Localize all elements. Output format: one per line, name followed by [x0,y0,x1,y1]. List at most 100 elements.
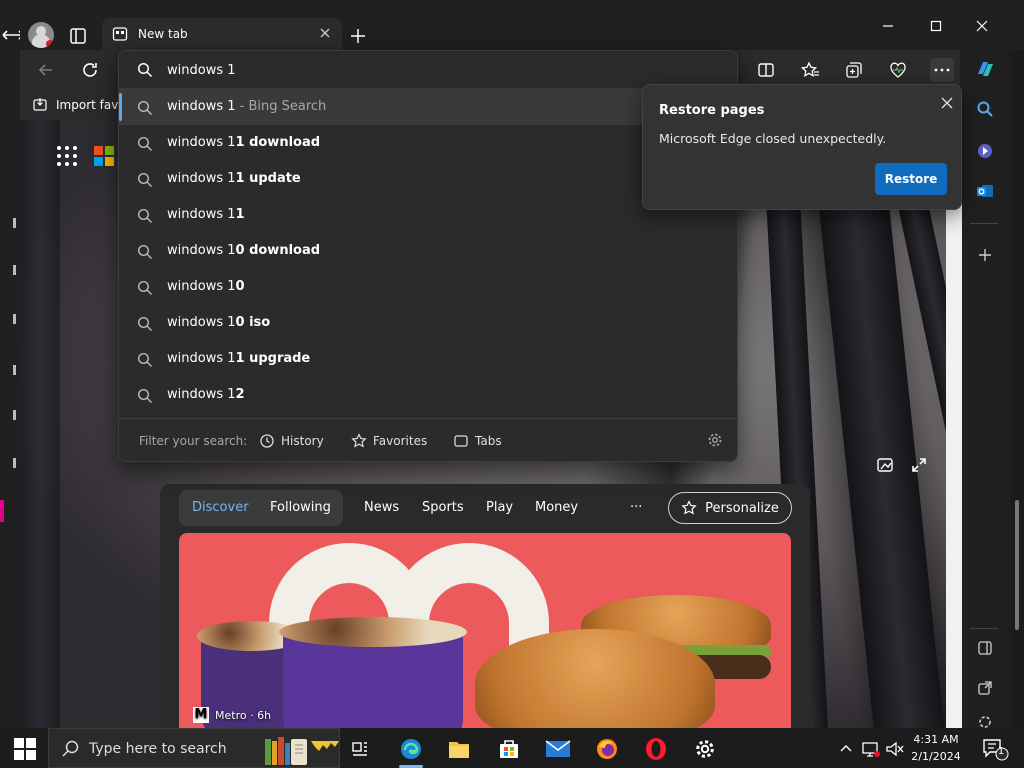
tab-following[interactable]: Following [270,500,331,515]
task-view-icon[interactable] [347,736,373,762]
restore-button[interactable]: Restore [875,163,947,195]
tab-new-tab[interactable]: New tab [102,18,342,50]
search-settings-gear-icon[interactable] [707,432,723,448]
personalize-button[interactable]: Personalize [668,492,792,524]
suggestion-text: windows 10 download [167,243,321,258]
suggestion-text: windows 11 upgrade [167,351,311,366]
network-icon[interactable] [860,736,882,762]
suggestion-text: windows 10 [167,279,245,294]
show-hidden-icons-chevron[interactable] [836,736,856,762]
suggestion-text: windows 1 - Bing Search [167,99,327,114]
back-button[interactable] [34,58,58,82]
personalize-star-icon [681,500,697,516]
settings-and-more-button[interactable] [930,58,954,82]
file-explorer-icon[interactable] [446,736,472,762]
microsoft-store-icon[interactable] [496,736,522,762]
tab-news[interactable]: News [364,500,399,515]
search-filters: Filter your search: History Favorites Ta… [119,418,737,461]
page-scrollbar[interactable] [1010,50,1024,728]
system-clock[interactable]: 4:31 AM 2/1/2024 [904,731,968,765]
browser-essentials-icon[interactable] [886,58,910,82]
left-edge-strip [0,0,20,728]
suggestion-search-icon [137,316,153,332]
add-sidebar-app-icon[interactable] [974,244,996,266]
new-tab-page-icon [112,26,128,42]
suggestion-search-icon [137,244,153,260]
tab-play[interactable]: Play [486,500,513,515]
tab-sports[interactable]: Sports [422,500,464,515]
new-tab-button[interactable] [346,24,370,48]
feed-more-button[interactable]: ··· [630,500,642,515]
settings-gear-icon[interactable] [692,736,718,762]
collections-icon[interactable] [842,58,866,82]
search-suggestion[interactable]: windows 10 [119,269,737,305]
maximize-button[interactable] [916,14,956,38]
suggestion-search-icon [137,352,153,368]
address-input[interactable] [167,59,707,81]
close-popup-icon[interactable] [937,93,957,113]
suggestion-text: windows 12 [167,387,245,402]
tab-discover[interactable]: Discover [192,500,249,515]
filter-label: Filter your search: [139,434,248,448]
tab-money[interactable]: Money [535,500,578,515]
history-icon [259,433,275,449]
restore-message: Microsoft Edge closed unexpectedly. [659,131,887,146]
news-card[interactable]: M Metro · 6h [179,533,791,728]
mail-icon[interactable] [545,736,571,762]
personalize-label: Personalize [705,500,779,516]
minimize-button[interactable] [868,14,908,38]
search-suggestion[interactable]: windows 11 upgrade [119,341,737,377]
taskbar-search-placeholder: Type here to search [89,741,227,757]
suggestion-search-icon [137,208,153,224]
notifications-icon[interactable]: 1 [980,736,1010,762]
address-bar[interactable] [119,51,737,89]
refresh-button[interactable] [78,58,102,82]
notification-count: 1 [997,746,1005,757]
firefox-icon[interactable] [594,736,620,762]
suggestion-search-icon [137,172,153,188]
open-external-icon[interactable] [974,677,996,699]
filter-tabs[interactable]: Tabs [453,431,502,451]
burger [475,629,715,728]
app-launcher-icon[interactable] [56,145,78,167]
tab-actions-icon[interactable] [66,24,90,48]
search-suggestion[interactable]: windows 12 [119,377,737,413]
news-feed: Discover Following News Sports Play Mone… [160,484,810,728]
source-logo: M [193,707,209,723]
favorites-star-icon [351,433,367,449]
profile-avatar[interactable] [28,22,54,48]
split-screen-icon[interactable] [754,58,778,82]
search-suggestion[interactable]: windows 10 download [119,233,737,269]
suggestion-text: windows 10 iso [167,315,271,330]
clock-time: 4:31 AM [913,733,959,746]
start-button[interactable] [14,738,36,760]
suggestion-search-icon [137,136,153,152]
microsoft-logo-icon [94,146,114,166]
import-favorites-link[interactable]: Import favo [56,98,126,112]
customize-background-icon[interactable] [876,456,894,474]
favorites-icon[interactable] [798,58,822,82]
filter-history[interactable]: History [259,431,324,451]
suggestion-text: windows 11 download [167,135,321,150]
sidebar-settings-icon[interactable] [974,712,996,728]
tabs-icon [453,433,469,449]
close-window-button[interactable] [962,14,1002,38]
opera-icon[interactable] [643,736,669,762]
fullscreen-icon[interactable] [910,456,928,474]
volume-muted-icon[interactable] [884,736,906,762]
copilot-app-icon[interactable] [974,140,996,162]
restore-title: Restore pages [659,103,765,118]
edge-taskbar-icon[interactable] [398,736,424,762]
hide-sidebar-icon[interactable] [974,637,996,659]
sidebar-search-icon[interactable] [974,98,996,120]
copilot-icon[interactable] [974,58,996,80]
taskbar-search-icon [61,739,81,759]
page-edge [946,120,962,728]
search-suggestion[interactable]: windows 10 iso [119,305,737,341]
outlook-icon[interactable] [974,180,996,202]
close-tab-icon[interactable] [318,26,332,40]
suggestion-search-icon [137,388,153,404]
tab-title: New tab [138,27,188,41]
filter-favorites[interactable]: Favorites [351,431,427,451]
taskbar-search-box[interactable]: Type here to search [48,728,340,768]
